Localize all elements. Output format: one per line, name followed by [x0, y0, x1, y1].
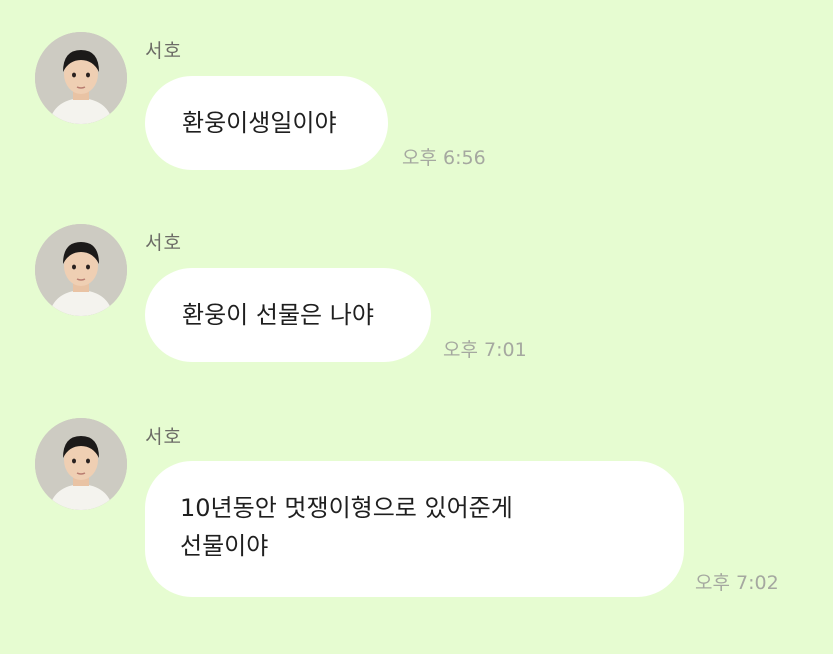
avatar[interactable]	[35, 224, 127, 316]
message-bubble[interactable]: 환웅이생일이야	[145, 76, 388, 170]
sender-name: 서호	[145, 426, 182, 448]
child-portrait-avatar-icon	[35, 224, 127, 316]
message-bubble[interactable]: 환웅이 선물은 나야	[145, 268, 431, 362]
child-portrait-avatar-icon	[35, 418, 127, 510]
message-timestamp: 오후 7:01	[443, 339, 527, 361]
message-timestamp: 오후 6:56	[402, 147, 486, 169]
sender-name: 서호	[145, 232, 182, 254]
child-portrait-avatar-icon	[35, 32, 127, 124]
message-bubble[interactable]: 10년동안 멋쟁이형으로 있어준게 선물이야	[145, 461, 684, 597]
avatar[interactable]	[35, 418, 127, 510]
message-timestamp: 오후 7:02	[695, 572, 779, 594]
sender-name: 서호	[145, 40, 182, 62]
avatar[interactable]	[35, 32, 127, 124]
